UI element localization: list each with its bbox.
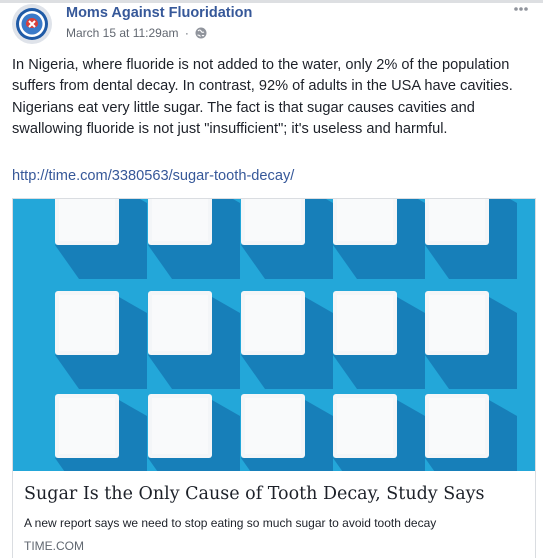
sugar-cube [55,291,119,355]
sugar-cube [148,199,212,245]
sugar-cube [241,199,305,245]
sugar-cube [55,394,119,458]
link-preview-title[interactable]: Sugar Is the Only Cause of Tooth Decay, … [24,484,485,504]
page-avatar[interactable] [12,4,52,44]
sugar-cube [148,291,212,355]
sugar-cube [241,394,305,458]
more-options-icon[interactable] [511,4,531,16]
sugar-cube [333,394,397,458]
post-body-text: In Nigeria, where fluoride is not added … [12,57,513,138]
sugar-cube [148,394,212,458]
post-url-link[interactable]: http://time.com/3380563/sugar-tooth-deca… [12,168,294,184]
globe-icon[interactable] [195,27,207,42]
page-name-link[interactable]: Moms Against Fluoridation [66,5,252,21]
post-timestamp[interactable]: March 15 at 11:29am [66,26,179,40]
post-meta: March 15 at 11:29am · [66,26,207,42]
link-preview-description: A new report says we need to stop eating… [24,516,437,530]
sugar-cube [425,394,489,458]
sugar-cube [425,199,489,245]
link-preview-body: Sugar Is the Only Cause of Tooth Decay, … [13,471,535,558]
sugar-cube [241,291,305,355]
sugar-cube [425,291,489,355]
sugar-cubes-image[interactable] [13,199,535,471]
sugar-cube [333,291,397,355]
sugar-cube [333,199,397,245]
link-preview-domain: TIME.COM [24,539,84,553]
link-preview-card[interactable]: Sugar Is the Only Cause of Tooth Decay, … [12,198,536,558]
post-header: Moms Against Fluoridation March 15 at 11… [12,4,531,44]
sugar-cube [55,199,119,245]
meta-separator: · [184,26,189,40]
facebook-post: Moms Against Fluoridation March 15 at 11… [0,0,543,558]
